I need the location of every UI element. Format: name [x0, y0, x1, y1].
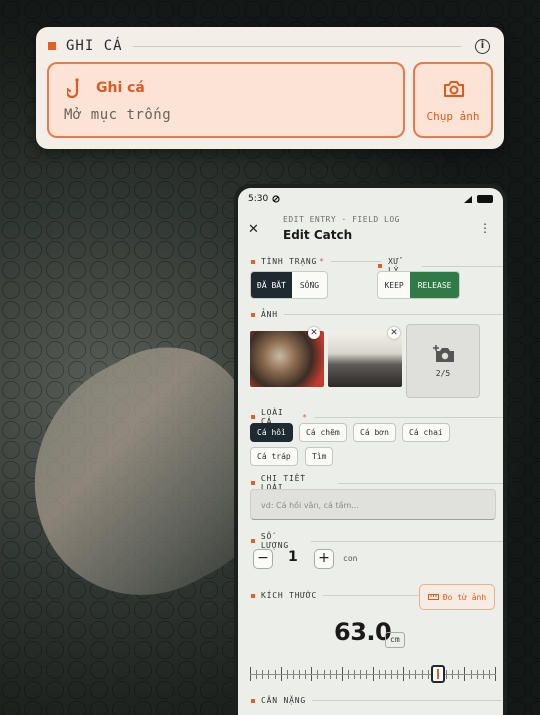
- species-chip-salmon[interactable]: Cá hồi: [250, 423, 293, 442]
- more-menu-icon[interactable]: ⋮: [479, 221, 491, 235]
- slider-track: [250, 674, 496, 675]
- species-detail-input[interactable]: vd: Cá hồi vân, cá tầm...: [250, 489, 496, 520]
- quantity-increment-button[interactable]: +: [314, 549, 334, 569]
- quantity-label: SỐ LƯỢNG: [251, 532, 503, 550]
- catch-photo-1[interactable]: [250, 331, 324, 387]
- species-chip-flounder[interactable]: Cá bơn: [353, 423, 396, 442]
- add-camera-icon: [433, 345, 454, 362]
- status-option-caught[interactable]: ĐÃ BẮT: [251, 272, 292, 298]
- species-chip-bream[interactable]: Cá tráp: [250, 447, 298, 466]
- screen-overline: EDIT ENTRY · FIELD LOG: [283, 215, 400, 224]
- remove-photo-1-icon[interactable]: ✕: [308, 327, 320, 339]
- species-chip-barramundi[interactable]: Cá chẽm: [299, 423, 347, 442]
- size-unit-badge[interactable]: cm: [385, 632, 405, 648]
- status-option-alive[interactable]: SỐNG: [292, 272, 327, 298]
- quick-log-card: GHI CÁ i Ghi cá Mở mục trống Chụp ảnh: [36, 27, 504, 149]
- log-catch-button[interactable]: Ghi cá Mở mục trống: [47, 62, 405, 138]
- info-icon[interactable]: i: [475, 38, 490, 54]
- handling-option-keep[interactable]: KEEP: [378, 272, 410, 298]
- species-search-chip[interactable]: Tìm: [305, 447, 334, 466]
- status-bar: 5:30: [248, 193, 493, 205]
- handling-option-release[interactable]: RELEASE: [410, 272, 459, 298]
- species-chip-cachai[interactable]: Cá chai: [402, 423, 450, 442]
- take-photo-label: Chụp ảnh: [426, 110, 480, 123]
- slider-handle[interactable]: [431, 665, 445, 683]
- signal-icon: [464, 195, 472, 203]
- photo-section-label: ẢNH: [251, 310, 503, 319]
- clock: 5:30: [248, 194, 269, 204]
- camera-icon: [444, 81, 464, 97]
- divider: [132, 45, 461, 47]
- close-icon[interactable]: ✕: [248, 222, 259, 237]
- status-section-label: TÌNH TRẠNG *: [251, 257, 381, 266]
- weight-section-label: CÂN NẶNG: [251, 696, 502, 705]
- phone-frame: 5:30 ✕ EDIT ENTRY · FIELD LOG Edit Catch…: [234, 184, 507, 715]
- quick-log-header: GHI CÁ i: [48, 37, 490, 55]
- log-catch-subtitle: Mở mục trống: [64, 107, 172, 123]
- quantity-unit: con: [343, 554, 358, 563]
- add-photo-button[interactable]: 2/5: [406, 324, 480, 398]
- ruler-icon: [427, 594, 439, 600]
- measure-from-photo-button[interactable]: Đo từ ảnh: [419, 584, 495, 610]
- log-catch-label: Ghi cá: [96, 80, 145, 96]
- status-toggle: ĐÃ BẮT SỐNG: [250, 271, 328, 299]
- size-slider[interactable]: [250, 663, 496, 685]
- size-value: 63.0: [334, 618, 392, 646]
- quantity-decrement-button[interactable]: −: [253, 549, 273, 569]
- handling-toggle: KEEP RELEASE: [377, 271, 460, 299]
- fish-hook-icon: [67, 78, 79, 99]
- take-photo-button[interactable]: Chụp ảnh: [413, 62, 493, 138]
- battery-icon: [477, 195, 493, 203]
- accent-square-icon: [48, 42, 56, 50]
- quick-log-title: GHI CÁ: [66, 38, 123, 54]
- catch-photo-2[interactable]: [328, 331, 402, 387]
- quantity-value: 1: [288, 549, 298, 565]
- remove-photo-2-icon[interactable]: ✕: [388, 327, 400, 339]
- edit-catch-screen: 5:30 ✕ EDIT ENTRY · FIELD LOG Edit Catch…: [238, 188, 503, 715]
- notification-icon: [272, 195, 280, 203]
- photo-count: 2/5: [435, 369, 451, 378]
- screen-title: Edit Catch: [283, 228, 353, 242]
- size-section-label: KÍCH THƯỚC: [251, 591, 424, 600]
